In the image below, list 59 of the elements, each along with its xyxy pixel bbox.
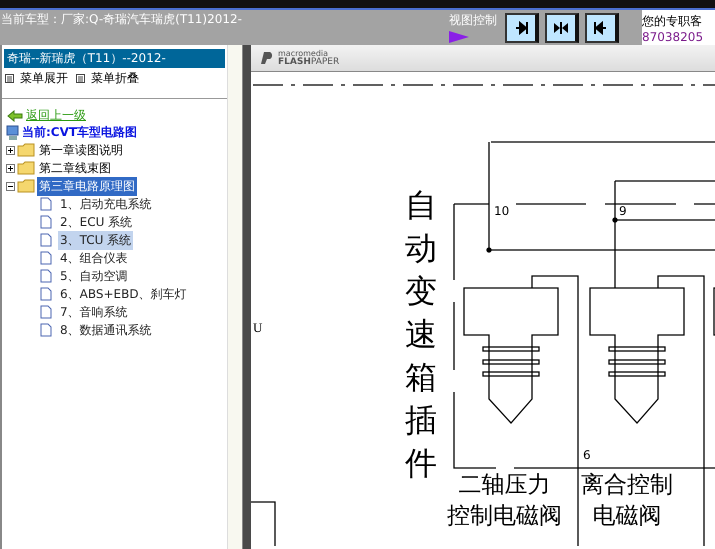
tree-item[interactable]: 5、自动空调	[58, 266, 130, 286]
menu-action-link[interactable]: 菜单折叠	[91, 70, 139, 87]
vehicle-label: 当前车型：厂家:Q-奇瑞汽车瑞虎(T11)2012-	[1, 11, 243, 28]
expand-left-button[interactable]	[585, 13, 619, 43]
tree-item[interactable]: 2、ECU 系统	[58, 212, 134, 232]
document-icon	[40, 287, 52, 301]
pin-number: 9	[619, 204, 627, 218]
tree-item[interactable]: 第二章线束图	[37, 158, 113, 178]
service-phone: 87038205	[642, 30, 704, 44]
view-control-label: 视图控制	[449, 12, 498, 29]
pin-number: 10	[494, 204, 510, 218]
collapse-icon[interactable]	[6, 182, 15, 190]
arrows-inward-icon	[553, 21, 569, 35]
arrow-right-bar-icon	[514, 21, 528, 35]
product-name: FLASHPAPER	[278, 58, 340, 66]
current-location: 当前:CVT车型电路图	[22, 124, 138, 141]
expand-icon[interactable]	[6, 164, 15, 172]
triangle-icon	[449, 31, 469, 43]
tree-item[interactable]: 8、数据通讯系统	[58, 320, 154, 340]
tree-item[interactable]: 6、ABS+EBD、刹车灯	[58, 284, 189, 304]
tree-item[interactable]: 1、启动充电系统	[58, 194, 154, 214]
splitter-bar[interactable]	[242, 45, 251, 549]
expand-right-button[interactable]	[505, 13, 539, 43]
document-icon	[40, 323, 52, 337]
sidebar-title: 奇瑞--新瑞虎（T11）--2012-	[4, 49, 225, 68]
split-view-button[interactable]	[545, 13, 579, 43]
pin-number: 6	[583, 448, 591, 462]
connector-title: 自动变速箱插件	[405, 185, 438, 484]
solenoid-label: 离合控制	[581, 471, 673, 500]
margin-letter: U	[253, 320, 262, 336]
document-icon	[40, 215, 52, 229]
document-icon	[40, 305, 52, 319]
solenoid-label: 二轴压力	[458, 471, 550, 500]
folder-icon	[17, 179, 35, 193]
back-arrow-icon	[7, 110, 23, 122]
tree-item[interactable]: 7、音响系统	[58, 302, 130, 322]
expand-icon[interactable]	[6, 146, 15, 154]
folder-icon	[17, 161, 35, 175]
tree-item[interactable]: 4、组合仪表	[58, 248, 130, 268]
tree-item[interactable]: 第三章电路原理图	[37, 176, 137, 196]
brand-name: macromedia	[278, 50, 328, 58]
service-label: 您的专职客	[642, 13, 703, 30]
menu-action-link[interactable]: 菜单展开	[20, 70, 68, 87]
document-icon	[40, 197, 52, 211]
folder-icon	[17, 143, 35, 157]
menu-icon	[5, 74, 14, 83]
computer-icon	[6, 124, 20, 140]
document-icon	[40, 251, 52, 265]
back-link[interactable]: 返回上一级	[26, 107, 86, 124]
solenoid-label: 电磁阀	[592, 502, 662, 531]
tree-item[interactable]: 3、TCU 系统	[58, 230, 134, 250]
solenoid-label: 控制电磁阀	[447, 502, 562, 531]
tree-item[interactable]: 第一章读图说明	[37, 140, 125, 160]
logo-icon	[259, 51, 275, 65]
scrollbar[interactable]	[227, 45, 242, 549]
menu-icon	[76, 74, 85, 83]
document-icon	[40, 269, 52, 283]
document-icon	[40, 233, 52, 247]
arrow-left-bar-icon	[594, 21, 608, 35]
